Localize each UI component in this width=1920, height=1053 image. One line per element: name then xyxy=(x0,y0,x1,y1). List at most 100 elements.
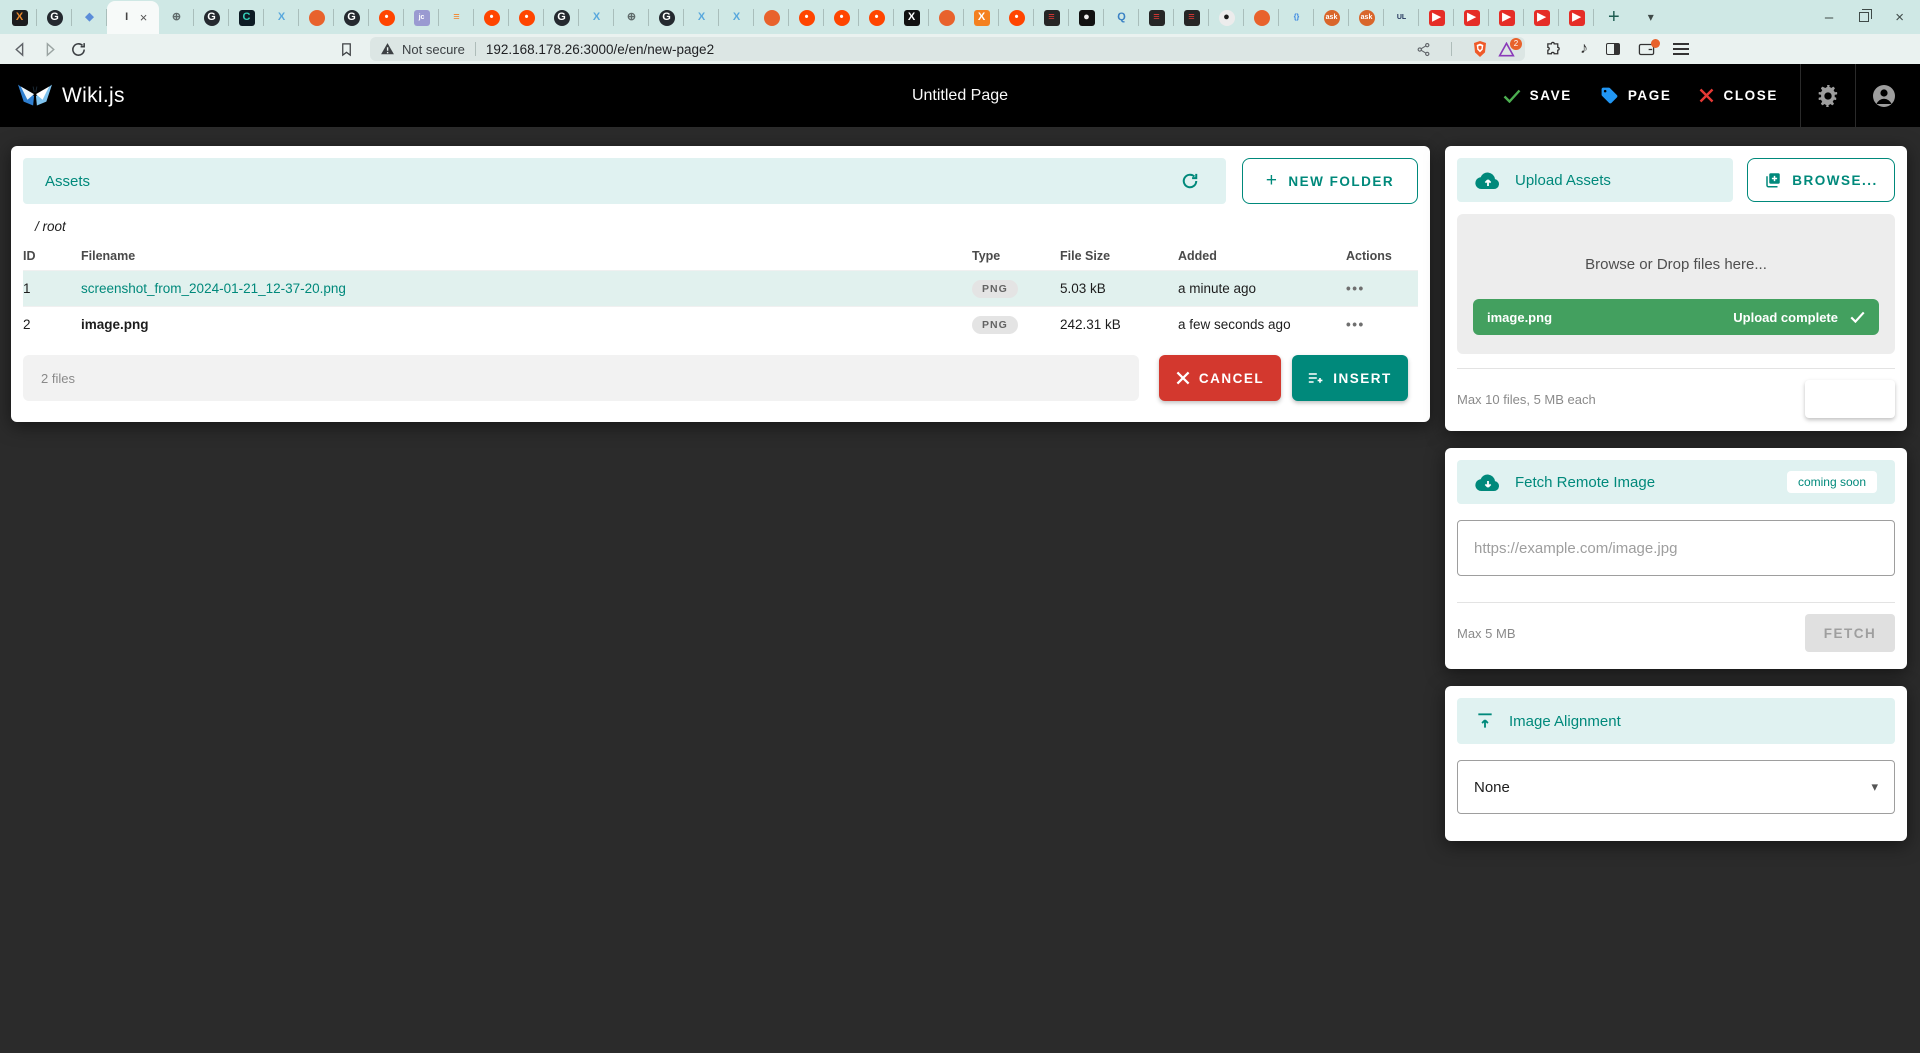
browser-tab[interactable]: G xyxy=(649,1,684,34)
browser-tab[interactable]: G xyxy=(37,1,72,34)
tab-favicon: ≡ xyxy=(1149,10,1165,26)
menu-hamburger-icon[interactable] xyxy=(1673,43,1689,55)
browse-button[interactable]: BROWSE... xyxy=(1747,158,1895,202)
cell-filename[interactable]: screenshot_from_2024-01-21_12-37-20.png xyxy=(81,281,972,296)
tab-favicon: • xyxy=(1009,10,1025,26)
bookmark-icon[interactable] xyxy=(339,41,354,58)
browser-tab[interactable]: ▶ xyxy=(1454,1,1489,34)
browser-tab[interactable]: ▶ xyxy=(1524,1,1559,34)
browser-tab[interactable]: ▶ xyxy=(1559,1,1594,34)
page-properties-button[interactable]: PAGE xyxy=(1586,76,1686,115)
new-folder-button[interactable]: + NEW FOLDER xyxy=(1242,158,1418,204)
row-actions-menu-icon[interactable]: ••• xyxy=(1346,317,1418,332)
table-header-row: IDFilenameTypeFile SizeAddedActions xyxy=(23,240,1418,270)
tab-search-caret-icon[interactable]: ▾ xyxy=(1648,10,1654,24)
browser-tab[interactable] xyxy=(299,1,334,34)
forward-icon[interactable] xyxy=(41,41,58,58)
rewards-triangle-icon[interactable]: 2 xyxy=(1498,42,1515,57)
browser-tab[interactable]: C xyxy=(229,1,264,34)
cell-filesize: 5.03 kB xyxy=(1060,281,1178,296)
browser-tab[interactable]: X xyxy=(2,1,37,34)
new-tab-button[interactable]: + xyxy=(1598,6,1630,29)
fetch-button[interactable]: FETCH xyxy=(1805,614,1895,652)
browser-tab[interactable]: • xyxy=(509,1,544,34)
tab-close-icon[interactable]: × xyxy=(140,11,148,24)
restore-button[interactable] xyxy=(1859,12,1869,22)
breadcrumb[interactable]: / root xyxy=(35,219,1418,234)
browser-tab[interactable] xyxy=(754,1,789,34)
table-row[interactable]: 2 image.png PNG 242.31 kB a few seconds … xyxy=(23,306,1418,342)
browser-tab[interactable]: ▶ xyxy=(1489,1,1524,34)
browser-tab[interactable]: • xyxy=(789,1,824,34)
browser-tab[interactable]: ≡ xyxy=(439,1,474,34)
save-button[interactable]: SAVE xyxy=(1489,78,1586,113)
browser-tab[interactable]: X xyxy=(684,1,719,34)
browser-tab[interactable]: ≡ xyxy=(1139,1,1174,34)
sidebar-toggle-icon[interactable] xyxy=(1606,43,1620,55)
browser-tab[interactable]: ● xyxy=(1209,1,1244,34)
security-label[interactable]: Not secure xyxy=(402,42,465,57)
column-header: File Size xyxy=(1060,249,1178,263)
tab-favicon: G xyxy=(344,10,360,26)
browser-tab[interactable]: X xyxy=(719,1,754,34)
insert-button[interactable]: INSERT xyxy=(1292,355,1408,401)
browser-tab[interactable]: ask xyxy=(1314,1,1349,34)
file-type-badge: PNG xyxy=(972,316,1018,334)
tab-favicon: G xyxy=(554,10,570,26)
brave-shield-icon[interactable] xyxy=(1472,40,1488,58)
browser-tab[interactable]: ◆ xyxy=(72,1,107,34)
browser-tab[interactable]: ≡ xyxy=(1174,1,1209,34)
browser-tab[interactable]: • xyxy=(824,1,859,34)
wallet-icon[interactable] xyxy=(1638,42,1655,57)
cancel-button[interactable]: CANCEL xyxy=(1159,355,1281,401)
browser-tab[interactable]: ▶ xyxy=(1419,1,1454,34)
browser-tab[interactable]: G xyxy=(194,1,229,34)
browser-tab[interactable]: UL xyxy=(1384,1,1419,34)
browser-tab[interactable]: • xyxy=(474,1,509,34)
browser-tab[interactable]: ● xyxy=(1069,1,1104,34)
tab-favicon: ⊕ xyxy=(624,10,640,26)
omnibox[interactable]: Not secure 192.168.178.26:3000/e/en/new-… xyxy=(370,37,1525,61)
share-icon[interactable] xyxy=(1416,42,1431,57)
browser-tab[interactable]: ⊕ xyxy=(614,1,649,34)
reload-icon[interactable] xyxy=(70,41,87,58)
extensions-puzzle-icon[interactable] xyxy=(1545,41,1562,58)
remote-url-input[interactable] xyxy=(1457,520,1895,576)
browser-tab[interactable]: {} xyxy=(1279,1,1314,34)
browser-tab[interactable]: • xyxy=(859,1,894,34)
browser-tab[interactable]: X xyxy=(579,1,614,34)
browser-tab[interactable]: ask xyxy=(1349,1,1384,34)
refresh-icon[interactable] xyxy=(1176,167,1204,195)
browser-tab[interactable]: G xyxy=(544,1,579,34)
browser-tab[interactable]: jc xyxy=(404,1,439,34)
browser-tab[interactable]: • xyxy=(999,1,1034,34)
browser-tab[interactable]: G xyxy=(334,1,369,34)
media-note-icon[interactable]: ♪ xyxy=(1580,40,1588,58)
alignment-select[interactable]: None ▾ xyxy=(1457,760,1895,814)
minimize-button[interactable]: – xyxy=(1825,9,1833,26)
tab-favicon: X xyxy=(12,10,28,26)
window-close-button[interactable]: × xyxy=(1895,9,1904,26)
close-editor-button[interactable]: CLOSE xyxy=(1685,78,1792,113)
table-row[interactable]: 1 screenshot_from_2024-01-21_12-37-20.pn… xyxy=(23,270,1418,306)
browser-tab[interactable] xyxy=(929,1,964,34)
row-actions-menu-icon[interactable]: ••• xyxy=(1346,281,1418,296)
tab-favicon: ▶ xyxy=(1499,10,1515,26)
browser-tab[interactable]: ≡ xyxy=(1034,1,1069,34)
browser-tab[interactable] xyxy=(1244,1,1279,34)
browser-tab[interactable]: X xyxy=(894,1,929,34)
url-text[interactable]: 192.168.178.26:3000/e/en/new-page2 xyxy=(486,42,714,57)
browser-tab[interactable]: X xyxy=(964,1,999,34)
cell-filename[interactable]: image.png xyxy=(81,317,972,332)
upload-button[interactable]: UPLOAD xyxy=(1805,380,1895,418)
back-icon[interactable] xyxy=(12,41,29,58)
browser-tab[interactable]: Q xyxy=(1104,1,1139,34)
browser-tab[interactable]: I × xyxy=(107,1,159,34)
browser-tab[interactable]: ⊕ xyxy=(159,1,194,34)
browser-tab[interactable]: • xyxy=(369,1,404,34)
browser-tab[interactable]: X xyxy=(264,1,299,34)
file-dropzone[interactable]: Browse or Drop files here... image.png U… xyxy=(1457,214,1895,354)
account-icon[interactable] xyxy=(1864,76,1904,116)
not-secure-warning-icon[interactable] xyxy=(380,42,395,56)
settings-gear-icon[interactable] xyxy=(1809,77,1847,115)
